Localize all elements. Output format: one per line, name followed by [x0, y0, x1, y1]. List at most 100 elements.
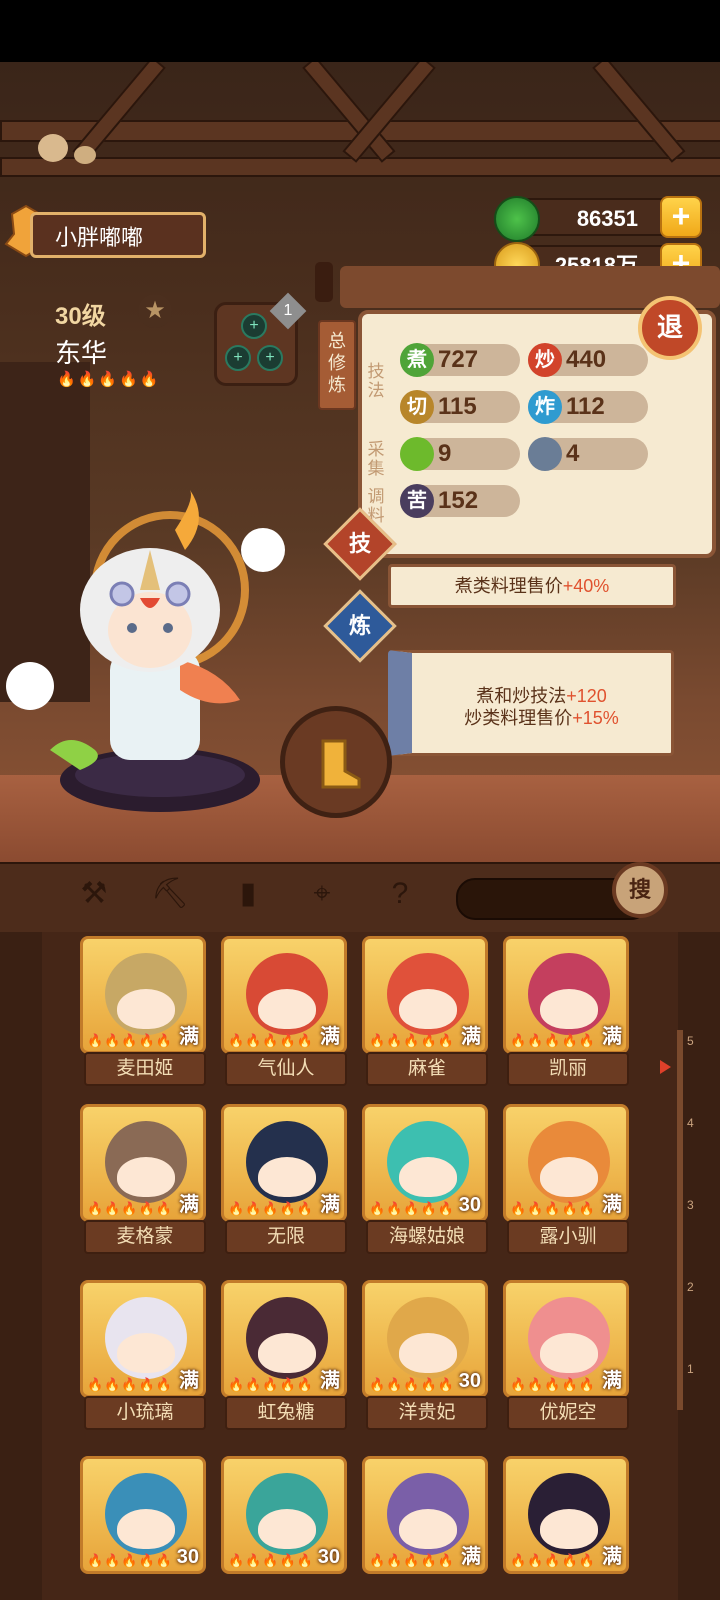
chef-level-badge: 满: [179, 1370, 199, 1392]
plus-icon: +: [241, 313, 267, 339]
chef-card[interactable]: 🔥🔥🔥🔥🔥 30: [80, 1456, 206, 1586]
boot-icon: [321, 739, 361, 789]
chef-level-badge: 满: [179, 1026, 199, 1048]
chef-character: [6, 490, 285, 812]
chef-level-badge: 满: [320, 1370, 340, 1392]
chef-card[interactable]: 🔥🔥🔥🔥🔥 满虹兔糖: [221, 1280, 347, 1430]
chef-face: [105, 953, 187, 1035]
chef-portrait: 🔥🔥🔥🔥🔥 30: [362, 1280, 488, 1398]
skill-effect-bonus: +40%: [562, 576, 610, 596]
chef-face: [105, 1121, 187, 1203]
chef-face: [528, 1473, 610, 1555]
ruler-tick-label: 5: [687, 1034, 694, 1048]
refine-bonus-2: +15%: [572, 708, 619, 728]
chef-face: [528, 1121, 610, 1203]
plus-icon: +: [257, 345, 283, 371]
rarity-flames-icon: 🔥🔥🔥🔥🔥: [510, 1377, 596, 1392]
chick-decoration: [74, 146, 96, 164]
chef-card[interactable]: 🔥🔥🔥🔥🔥 满: [503, 1456, 629, 1586]
chef-level-badge: 满: [602, 1026, 622, 1048]
rarity-flames-icon: 🔥🔥🔥🔥🔥: [369, 1201, 455, 1216]
panel-hinge: [315, 262, 333, 302]
refine-line-2: 炒类料理售价: [464, 708, 573, 728]
rarity-flames-icon: 🔥🔥🔥🔥🔥: [87, 1201, 173, 1216]
chef-card[interactable]: 🔥🔥🔥🔥🔥 满小琉璃: [80, 1280, 206, 1430]
chef-card-name: 麦田姬: [84, 1052, 206, 1086]
ruler-tick-label: 4: [687, 1116, 694, 1130]
chef-portrait: 🔥🔥🔥🔥🔥 满: [80, 1280, 206, 1398]
chef-card[interactable]: 🔥🔥🔥🔥🔥 满无限: [221, 1104, 347, 1254]
chef-card[interactable]: 🔥🔥🔥🔥🔥 满露小驯: [503, 1104, 629, 1254]
scroll-ruler[interactable]: 5 4 3 2 1: [675, 1030, 701, 1410]
chef-level-badge: 满: [179, 1194, 199, 1216]
chef-face: [246, 953, 328, 1035]
refine-line-1: 煮和炒技法: [476, 686, 567, 706]
jade-icon: [494, 196, 540, 242]
chef-name: 东华: [55, 338, 108, 368]
exit-button[interactable]: 退: [638, 296, 702, 360]
chef-portrait: 🔥🔥🔥🔥🔥 满: [362, 936, 488, 1054]
chef-card[interactable]: 🔥🔥🔥🔥🔥 满麦田姬: [80, 936, 206, 1086]
knife-filter-icon[interactable]: ⚒: [74, 874, 114, 914]
search-button[interactable]: 搜: [612, 862, 668, 918]
equipment-count-badge: 1: [269, 292, 307, 330]
rarity-flames-icon: 🔥🔥🔥🔥🔥: [87, 1553, 173, 1568]
chef-card-name: 露小驯: [507, 1220, 629, 1254]
chef-card-name: 无限: [225, 1220, 347, 1254]
total-training-tab[interactable]: 总修炼: [318, 320, 356, 410]
roof-strut: [592, 62, 686, 163]
chef-face: [387, 953, 469, 1035]
chef-card[interactable]: 🔥🔥🔥🔥🔥 满: [362, 1456, 488, 1586]
chef-level-badge: 30: [458, 1370, 481, 1392]
rarity-flames-icon: 🔥🔥🔥🔥🔥: [228, 1553, 314, 1568]
add-jade-button[interactable]: +: [660, 196, 702, 238]
chef-card-name: 优妮空: [507, 1396, 629, 1430]
unknown-filter-icon[interactable]: ?: [380, 874, 420, 914]
chef-level-badge: 满: [320, 1194, 340, 1216]
chef-level-badge: 满: [602, 1546, 622, 1568]
chef-level-badge: 满: [461, 1546, 481, 1568]
stat-type-icon: 炸: [528, 390, 562, 424]
section-label-technique: 技法: [367, 362, 385, 400]
rarity-flames-icon: 🔥🔥🔥🔥🔥: [369, 1377, 455, 1392]
chef-card[interactable]: 🔥🔥🔥🔥🔥 满气仙人: [221, 936, 347, 1086]
chef-portrait: 🔥🔥🔥🔥🔥 30: [221, 1456, 347, 1574]
rarity-flames-icon: 🔥🔥🔥🔥🔥: [510, 1201, 596, 1216]
chef-card[interactable]: 🔥🔥🔥🔥🔥 满凯丽: [503, 936, 629, 1086]
shovel-filter-icon[interactable]: ⛏: [150, 874, 190, 914]
chef-portrait: 🔥🔥🔥🔥🔥 满: [80, 936, 206, 1054]
chef-face: [387, 1297, 469, 1379]
chef-card[interactable]: 🔥🔥🔥🔥🔥 30 海螺姑娘: [362, 1104, 488, 1254]
plus-icon: +: [225, 345, 251, 371]
favorite-star-icon[interactable]: ★: [138, 294, 172, 328]
chef-level-badge: 满: [461, 1026, 481, 1048]
rarity-flames-icon: 🔥🔥🔥🔥🔥: [369, 1033, 455, 1048]
player-name-plate[interactable]: 小胖嘟嘟: [30, 212, 206, 258]
ruler-track: [677, 1030, 683, 1410]
chef-face: [387, 1121, 469, 1203]
chef-card[interactable]: 🔥🔥🔥🔥🔥 30 洋贵妃: [362, 1280, 488, 1430]
chef-face: [105, 1473, 187, 1555]
location-filter-icon[interactable]: ⌖: [302, 874, 342, 914]
chef-card-name: 凯丽: [507, 1052, 629, 1086]
stat-type-icon: [400, 437, 434, 471]
chef-card-name: 麦格蒙: [84, 1220, 206, 1254]
stat-type-icon: 苦: [400, 484, 434, 518]
chef-face: [246, 1473, 328, 1555]
chef-level-badge: 满: [320, 1026, 340, 1048]
chef-level-badge: 30: [458, 1194, 481, 1216]
chef-card[interactable]: 🔥🔥🔥🔥🔥 满优妮空: [503, 1280, 629, 1430]
chef-card-name: 海螺姑娘: [366, 1220, 488, 1254]
chef-card-name: 气仙人: [225, 1052, 347, 1086]
boots-equipment-slot[interactable]: [280, 706, 392, 818]
chef-portrait: 🔥🔥🔥🔥🔥 30: [80, 1456, 206, 1574]
jar-filter-icon[interactable]: ▮: [228, 874, 268, 914]
ruler-tick-label: 1: [687, 1362, 694, 1376]
roof-beam: [0, 157, 720, 177]
chef-card[interactable]: 🔥🔥🔥🔥🔥 满麦格蒙: [80, 1104, 206, 1254]
stat-type-icon: 切: [400, 390, 434, 424]
chef-portrait: 🔥🔥🔥🔥🔥 满: [221, 1280, 347, 1398]
chef-rarity-flames: 🔥🔥🔥🔥🔥: [57, 371, 161, 388]
chef-card[interactable]: 🔥🔥🔥🔥🔥 满麻雀: [362, 936, 488, 1086]
chef-card[interactable]: 🔥🔥🔥🔥🔥 30: [221, 1456, 347, 1586]
